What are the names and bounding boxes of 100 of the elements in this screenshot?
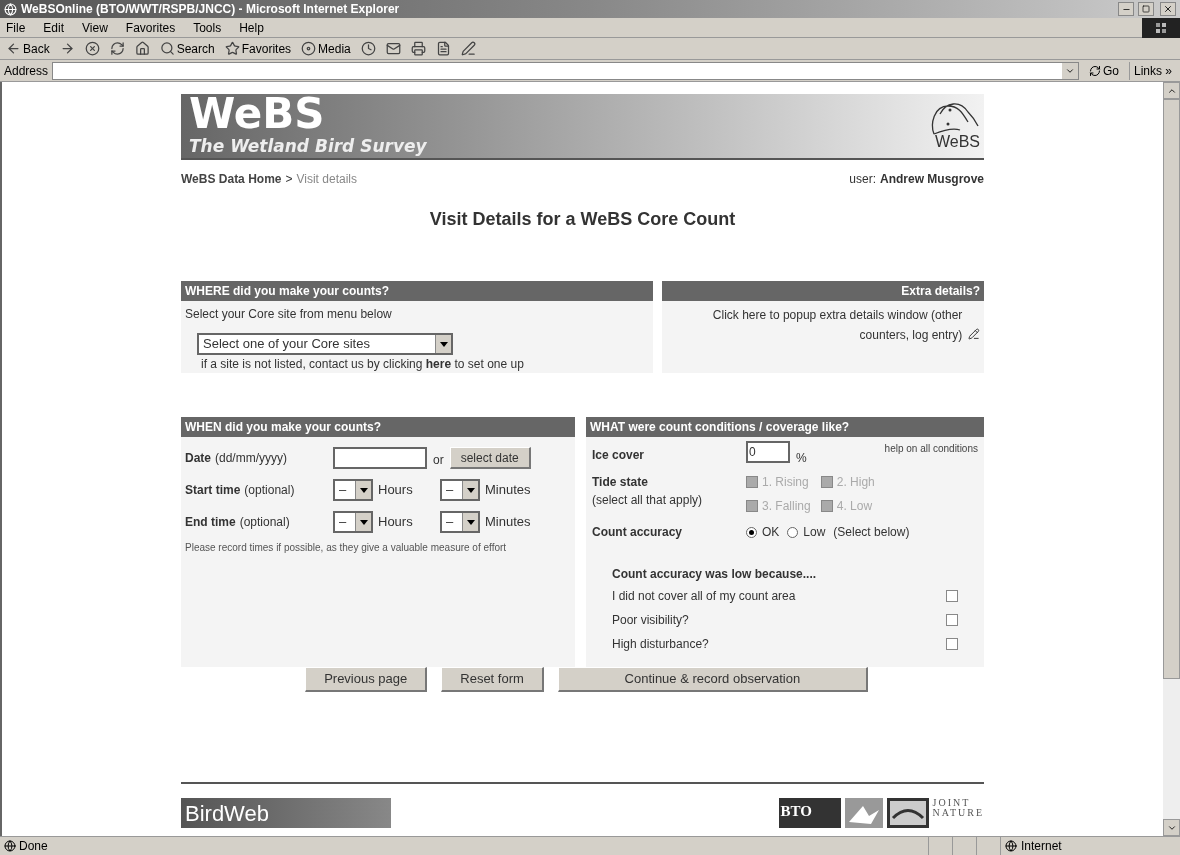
radio-button[interactable] [787,526,799,538]
site-select[interactable]: Select one of your Core sites [197,333,453,355]
form-button[interactable]: Continue & record observation [557,667,868,692]
date-label: Date [185,450,211,467]
media-icon [301,41,317,56]
date-hint: (dd/mm/yyyy) [215,450,287,467]
panel-header: WHERE did you make your counts? [181,281,653,301]
tide-option-label: 2. High [836,474,875,491]
media-button[interactable]: Media [299,39,353,58]
dropdown-arrow-icon [439,341,448,347]
reason-label: I did not cover all of my count area [612,588,796,605]
time-hint: (optional) [244,482,295,499]
where-note: if a site is not listed, contact us by clicking here to set one up [200,356,525,373]
panel-header: WHEN did you make your counts? [181,417,575,437]
favorites-button[interactable]: Favorites [222,39,294,58]
app-icon [4,2,17,16]
tide-state-hint: (select all that apply) [592,492,704,509]
breadcrumb-link[interactable]: WeBS Data Home [181,170,282,188]
banner-subtitle: The Wetland Bird Survey [189,135,428,158]
menu-item[interactable]: Tools [193,18,222,37]
restore-icon [1142,5,1150,13]
hours-select[interactable]: – [333,511,373,533]
forward-icon [59,41,75,56]
select-below-note: (Select below) [833,524,910,541]
extra-details-link[interactable]: Click here to popup extra details window (other counters, log entry) [666,305,963,345]
time-label: End time [185,514,236,531]
minutes-select[interactable]: – [440,479,480,501]
banner-title: WeBS [189,94,326,134]
page-heading: Visit Details for a WeBS Core Count [428,208,737,231]
low-accuracy-heading: Count accuracy was low because.... [612,566,818,583]
time-label: Start time [185,482,241,499]
links-button[interactable]: Links » [1128,61,1176,80]
back-button[interactable]: Back [4,39,52,58]
page-icon [4,840,16,852]
scrollbar[interactable] [1163,82,1180,836]
radio-button[interactable] [746,526,757,538]
tide-state-label: Tide state [592,474,649,491]
menu-item[interactable]: Edit [43,18,65,37]
restore-button[interactable] [1138,2,1154,16]
search-icon [159,41,175,56]
dropdown-arrow-icon [466,519,475,525]
radio-label: Low [803,524,826,541]
menu-item[interactable]: Help [239,18,264,37]
user-label: user: [849,171,876,188]
breadcrumb-current: Visit details [296,171,357,188]
times-note: Please record times if possible, as they give a valuable measure of effort [184,541,508,554]
ice-cover-label: Ice cover [592,447,646,464]
dropdown-arrow-icon [466,487,475,493]
birdweb-logo: BirdWeb [181,798,391,828]
internet-zone-icon [1005,840,1017,852]
checkbox[interactable] [946,614,958,626]
panel-header: Extra details? [662,281,984,301]
logo-caption: WeBS [934,134,980,150]
search-button[interactable]: Search [157,39,217,58]
time-hint: (optional) [239,514,290,531]
menu-item[interactable]: Favorites [125,18,176,37]
minimize-button[interactable] [1118,2,1134,16]
minutes-select[interactable]: – [440,511,480,533]
reason-label: High disturbance? [612,636,709,653]
go-button[interactable]: Go [1082,61,1125,80]
form-button[interactable]: Previous page [305,667,428,692]
stop-icon [84,41,100,56]
hours-label: Hours [378,481,414,500]
help-link[interactable]: help on all conditions [884,441,978,456]
minutes-label: Minutes [485,513,531,532]
tide-option-label: 4. Low [836,498,873,515]
home-icon [134,41,150,56]
favorites-icon [224,41,240,56]
ice-cover-field[interactable]: 0 [746,441,790,463]
date-field[interactable] [333,447,427,469]
address-field[interactable] [52,61,1079,80]
count-accuracy-label: Count accuracy [592,524,684,541]
menu-item[interactable]: File [6,18,26,37]
checkbox[interactable] [946,590,958,602]
menu-item[interactable]: View [82,18,108,37]
tide-option-label: 1. Rising [762,474,809,491]
dropdown-arrow-icon [359,519,368,525]
refresh-icon [109,41,125,56]
hours-label: Hours [378,513,414,532]
reason-label: Poor visibility? [612,612,689,629]
breadcrumb-separator: > [285,171,293,188]
form-button[interactable]: Reset form [441,667,544,692]
tide-option-label: 3. Falling [762,498,811,515]
mail-icon [385,41,401,56]
close-icon [1163,4,1173,14]
minutes-label: Minutes [485,481,531,500]
print-icon [410,41,426,56]
or-label: or [433,452,444,469]
close-button[interactable] [1160,2,1176,16]
select-date-button[interactable]: select date [449,447,531,469]
history-icon [360,41,376,56]
checkbox[interactable] [946,638,958,650]
rspb-logo-icon [886,798,929,828]
percent-label: % [796,450,807,467]
user-name: Andrew Musgrove [880,171,984,188]
back-icon [6,41,21,56]
hours-select[interactable]: – [333,479,373,501]
where-intro: Select your Core site from menu below [184,306,393,323]
bto-logo: BTO [778,798,841,828]
status-text: Done [19,838,48,855]
